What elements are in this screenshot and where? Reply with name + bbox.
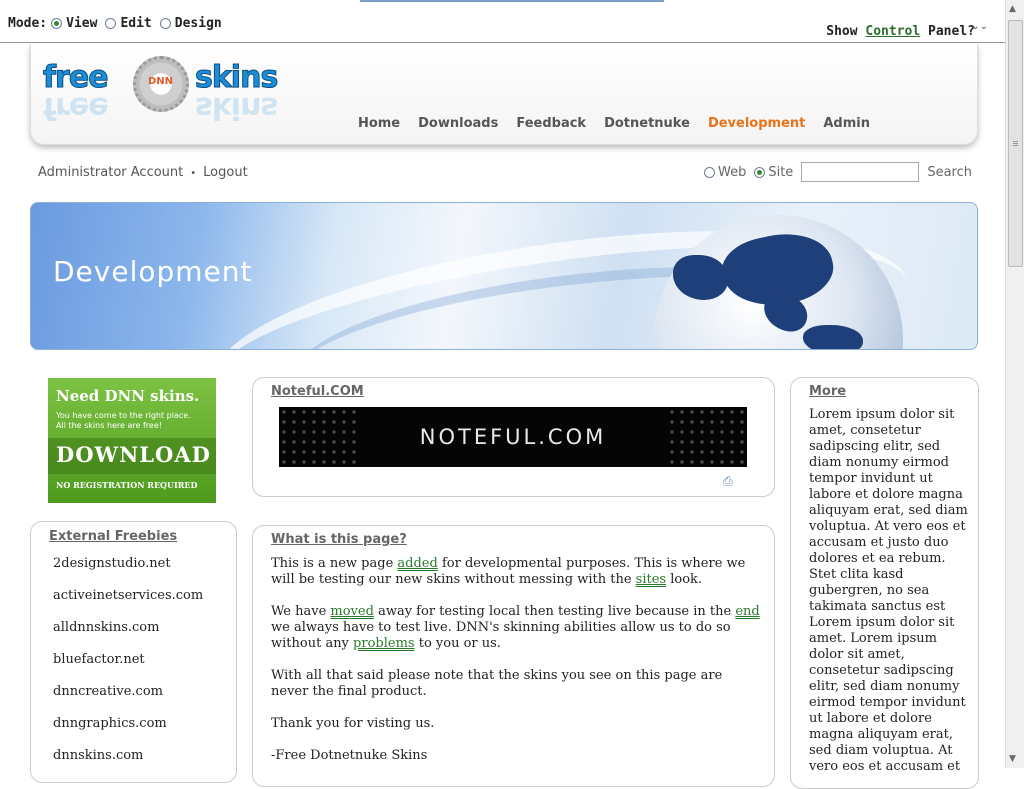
list-item[interactable]: activeinetservices.com [53, 588, 203, 620]
link-added[interactable]: added [397, 556, 437, 571]
text: This is a new page [271, 556, 398, 571]
text: to you or us. [414, 636, 501, 651]
logout-link[interactable]: Logout [203, 165, 248, 180]
mode-design-label[interactable]: Design [175, 16, 222, 31]
ad-line-1: You have come to the right place. [56, 411, 191, 420]
what-is-this-page-pane: What is this page? This is a new page ad… [252, 525, 775, 787]
grip-icon [1013, 141, 1018, 142]
nav-downloads[interactable]: Downloads [418, 116, 498, 131]
list-item[interactable]: 2designstudio.net [53, 556, 203, 588]
gear-icon: DNN [133, 56, 189, 112]
paragraph-3: With all that said please note that the … [271, 668, 723, 699]
nav-home[interactable]: Home [358, 116, 400, 131]
main-nav: Home Downloads Feedback Dotnetnuke Devel… [340, 116, 870, 131]
more-title[interactable]: More [809, 384, 846, 399]
paragraph-1: This is a new page added for development… [271, 556, 761, 588]
account-separator: • [190, 168, 197, 179]
show-prefix: Show [826, 24, 866, 39]
paragraph-2: We have moved away for testing local the… [271, 604, 761, 652]
search-site-radio[interactable] [754, 166, 766, 178]
noteful-banner-text: NOTEFUL.COM [419, 425, 607, 449]
mode-edit-radio[interactable] [105, 18, 117, 29]
list-item[interactable]: dnncreative.com [53, 684, 203, 716]
external-freebies-pane: External Freebies 2designstudio.net acti… [30, 521, 237, 783]
nav-dotnetnuke[interactable]: Dotnetnuke [604, 116, 690, 131]
globe-land-south [803, 325, 863, 349]
noteful-title[interactable]: Noteful.COM [271, 384, 364, 399]
mode-selector: Mode: View Edit Design [8, 16, 226, 31]
text: away for testing local then testing live… [373, 604, 736, 619]
scroll-up-arrow-icon[interactable]: ▲ [1009, 4, 1016, 14]
scrollbar-thumb[interactable] [1008, 20, 1023, 267]
banner-dots-right [667, 407, 747, 467]
globe-land-west [673, 255, 728, 300]
ad-footer: NO REGISTRATION REQUIRED [56, 480, 198, 490]
page-banner: Development [30, 202, 978, 350]
control-panel-link[interactable]: Control [865, 24, 920, 39]
link-sites[interactable]: sites [636, 572, 666, 587]
nav-feedback[interactable]: Feedback [516, 116, 586, 131]
page-title: Development [53, 255, 253, 288]
top-highlight [360, 0, 664, 2]
search-web-label[interactable]: Web [718, 165, 746, 180]
ad-download-cta: DOWNLOAD [56, 442, 211, 467]
nav-admin[interactable]: Admin [823, 116, 870, 131]
expand-chevron-icon[interactable]: ⌄⌄ [971, 21, 988, 32]
vertical-scrollbar[interactable]: ▲ ▼ [1005, 0, 1024, 768]
text: look. [666, 572, 703, 587]
search-site-label[interactable]: Site [768, 165, 793, 180]
link-problems[interactable]: problems [353, 636, 415, 651]
search-input[interactable] [801, 162, 920, 182]
what-body: This is a new page added for development… [271, 556, 761, 780]
list-item[interactable]: bluefactor.net [53, 652, 203, 684]
mode-edit-label[interactable]: Edit [120, 16, 151, 31]
list-item[interactable]: dnngraphics.com [53, 716, 203, 748]
search-bar: Web Site Search [704, 162, 972, 182]
logo-reflection-free: free [43, 90, 108, 125]
text: We have [271, 604, 331, 619]
mode-label: Mode: [8, 16, 48, 31]
nav-development[interactable]: Development [708, 116, 805, 131]
logo-reflection-skins: skins [195, 90, 278, 125]
list-item[interactable]: dnnskins.com [53, 748, 203, 780]
what-title[interactable]: What is this page? [271, 532, 407, 547]
mode-view-radio[interactable] [51, 18, 63, 29]
account-user-link[interactable]: Administrator Account [38, 165, 183, 180]
list-item[interactable]: alldnnskins.com [53, 620, 203, 652]
noteful-banner-image[interactable]: NOTEFUL.COM [279, 407, 747, 467]
control-bar: Mode: View Edit Design Show Control Pane… [0, 0, 1006, 43]
ad-heading: Need DNN skins. [56, 387, 200, 405]
mode-view-label[interactable]: View [66, 16, 97, 31]
logo-dnn: DNN [148, 76, 174, 87]
download-ad-banner[interactable]: Need DNN skins. You have come to the rig… [48, 378, 216, 503]
mode-design-radio[interactable] [159, 18, 171, 29]
paragraph-5: -Free Dotnetnuke Skins [271, 748, 428, 763]
account-links: Administrator Account • Logout [38, 165, 248, 180]
search-web-radio[interactable] [704, 166, 715, 178]
banner-dots-left [279, 407, 359, 467]
more-pane: More Lorem ipsum dolor sit amet, consete… [790, 377, 979, 789]
print-icon[interactable]: ⎙ [723, 474, 733, 489]
show-suffix: Panel? [920, 24, 975, 39]
paragraph-4: Thank you for visting us. [271, 716, 435, 731]
site-logo[interactable]: free free DNN skins skins [43, 52, 303, 132]
scroll-down-arrow-icon[interactable]: ▼ [1009, 754, 1016, 764]
noteful-pane: Noteful.COM NOTEFUL.COM ⎙ [252, 377, 775, 497]
external-links-list: 2designstudio.net activeinetservices.com… [53, 556, 203, 780]
show-control-panel[interactable]: Show Control Panel? [826, 24, 975, 39]
link-moved[interactable]: moved [330, 604, 374, 619]
ad-line-2: All the skins here are free! [56, 421, 162, 430]
more-body: Lorem ipsum dolor sit amet, consetetur s… [809, 407, 968, 774]
search-button[interactable]: Search [927, 165, 972, 180]
link-end[interactable]: end [735, 604, 759, 619]
ad-subtext: You have come to the right place. All the… [56, 411, 191, 431]
site-header: free free DNN skins skins Home Downloads… [30, 44, 978, 145]
external-freebies-title[interactable]: External Freebies [49, 529, 177, 544]
